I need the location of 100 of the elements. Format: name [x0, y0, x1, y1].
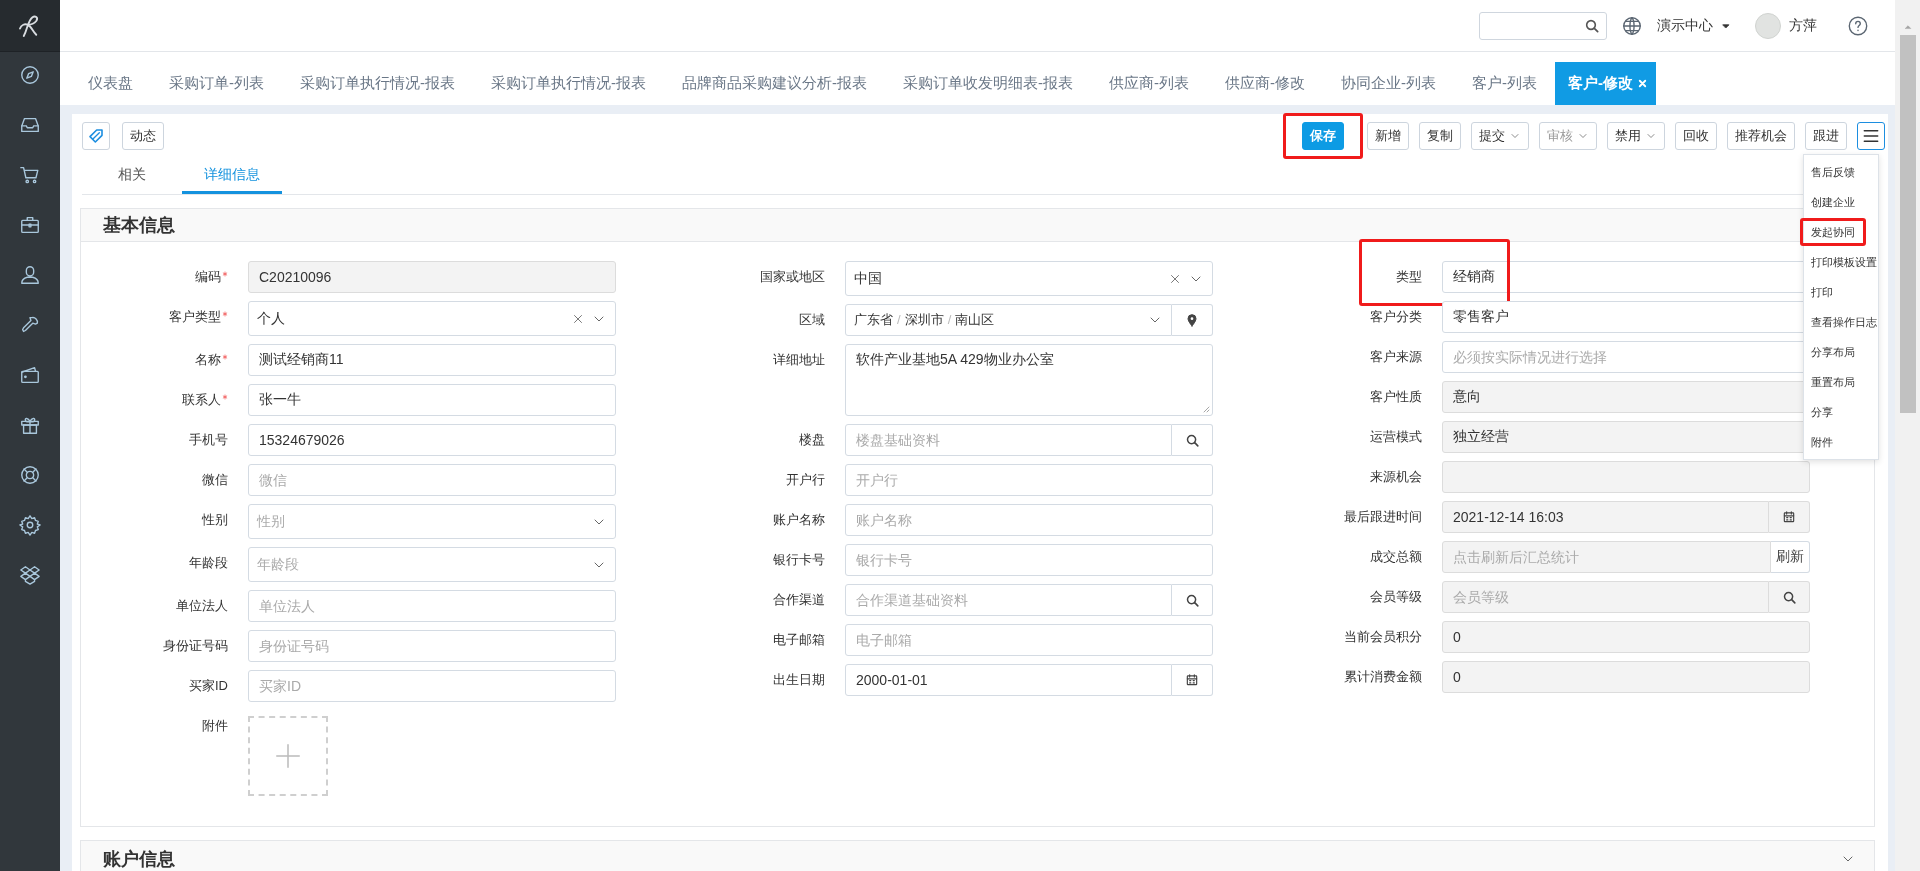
menu-item[interactable]: 发起协同 [1804, 217, 1878, 247]
tab[interactable]: 仪表盘 [70, 62, 151, 105]
help-icon[interactable] [1847, 14, 1869, 37]
field-label: 身份证号码 [163, 637, 228, 655]
tab[interactable]: 采购订单执行情况-报表 [473, 62, 664, 105]
field-label: 联系人 [182, 391, 221, 409]
field-label: 当前会员积分 [1344, 628, 1422, 646]
field-label: 客户类型 [169, 308, 221, 326]
search-icon [1781, 589, 1797, 605]
field-label: 运营模式 [1370, 428, 1422, 446]
input-field[interactable]: 账户名称 [845, 504, 1213, 536]
field-label: 最后跟进时间 [1344, 508, 1422, 526]
compass-icon[interactable] [19, 64, 41, 86]
search-button[interactable] [1172, 424, 1213, 456]
field-label: 手机号 [189, 431, 228, 449]
calendar-icon [1185, 673, 1199, 687]
field-label: 区域 [799, 311, 825, 329]
activity-button[interactable]: 动态 [122, 122, 164, 150]
input-field[interactable]: 单位法人 [248, 590, 616, 622]
field-label: 附件 [202, 717, 228, 735]
scrollbar-thumb[interactable] [1899, 35, 1916, 413]
toolbar-button[interactable]: 复制 [1419, 122, 1461, 150]
input-field[interactable]: 银行卡号 [845, 544, 1213, 576]
search-button[interactable] [1769, 581, 1810, 613]
plus-icon [273, 741, 303, 771]
package-icon[interactable] [19, 564, 41, 586]
search-button[interactable] [1172, 584, 1213, 616]
section-title: 基本信息 [103, 214, 175, 237]
field-label: 年龄段 [189, 554, 228, 572]
input-field[interactable]: 微信 [248, 464, 616, 496]
toolbar-button[interactable]: 禁用 [1607, 122, 1665, 150]
field-label: 国家或地区 [760, 268, 825, 286]
tab[interactable]: 品牌商品采购建议分析-报表 [664, 62, 885, 105]
tab[interactable]: 供应商-修改 [1207, 62, 1323, 105]
toolbar-button[interactable]: 新增 [1367, 122, 1409, 150]
textarea-field[interactable]: 软件产业基地5A 429物业办公室 [845, 344, 1213, 416]
select-field[interactable]: 个人 [248, 301, 616, 336]
menu-button[interactable] [1857, 122, 1885, 150]
tab[interactable]: 采购订单-列表 [151, 62, 282, 105]
tab[interactable]: 协同企业-列表 [1323, 62, 1454, 105]
org-menu[interactable]: 演示中心 [1657, 16, 1733, 35]
tag-button[interactable] [82, 122, 110, 150]
search-icon [1184, 592, 1200, 608]
field-label: 累计消费金额 [1344, 668, 1422, 686]
section-title: 账户信息 [103, 848, 175, 871]
field-label: 出生日期 [773, 671, 825, 689]
field-label: 楼盘 [799, 431, 825, 449]
field-label: 开户行 [786, 471, 825, 489]
tab[interactable]: 客户-列表 [1454, 62, 1555, 105]
field-label: 客户分类 [1370, 308, 1422, 326]
menu-item[interactable]: 售后反馈 [1804, 157, 1878, 187]
select-field[interactable]: 中国 [845, 261, 1213, 296]
search-field[interactable] [1479, 11, 1607, 40]
field-label: 单位法人 [176, 597, 228, 615]
menu-item[interactable]: 创建企业 [1804, 187, 1878, 217]
close-icon[interactable] [1637, 78, 1648, 89]
user-name[interactable]: 方萍 [1789, 16, 1817, 35]
field-label: 会员等级 [1370, 588, 1422, 606]
pin-icon [1184, 312, 1200, 328]
field-label: 账户名称 [773, 511, 825, 529]
briefcase-icon[interactable] [19, 214, 41, 236]
field-label: 买家ID [189, 677, 228, 695]
tab[interactable]: 采购订单执行情况-报表 [282, 62, 473, 105]
search-icon [1584, 17, 1600, 34]
input-field[interactable]: 测试经销商11 [248, 344, 616, 376]
input-field[interactable]: 楼盘基础资料 [845, 424, 1172, 456]
field-label: 类型 [1396, 268, 1422, 286]
field-label: 名称 [195, 351, 221, 369]
gear-icon[interactable] [19, 514, 41, 536]
toolbar-button[interactable]: 回收 [1675, 122, 1717, 150]
field-label: 来源机会 [1370, 468, 1422, 486]
toolbar-button[interactable]: 提交 [1471, 122, 1529, 150]
input-field[interactable]: 开户行 [845, 464, 1213, 496]
toolbar-button[interactable]: 推荐机会 [1727, 122, 1795, 150]
user-icon[interactable] [19, 264, 41, 286]
input-field[interactable]: 2000-01-01 [845, 664, 1172, 696]
region-field[interactable]: 广东省 / 深圳市 / 南山区 [845, 304, 1172, 336]
lifebuoy-icon[interactable] [19, 464, 41, 486]
calendar-button[interactable] [1172, 664, 1213, 696]
toolbar-button[interactable]: 跟进 [1805, 122, 1847, 150]
tag-icon [88, 128, 104, 144]
search-icon [1184, 432, 1200, 448]
tab[interactable]: 供应商-列表 [1091, 62, 1207, 105]
field-label: 电子邮箱 [773, 631, 825, 649]
tab[interactable]: 详细信息 [182, 158, 282, 194]
location-button[interactable] [1172, 304, 1213, 336]
tab[interactable]: 采购订单收发明细表-报表 [885, 62, 1091, 105]
input-field[interactable]: 张一牛 [248, 384, 616, 416]
input-field[interactable]: 买家ID [248, 670, 616, 702]
input-field[interactable]: 电子邮箱 [845, 624, 1213, 656]
calendar-button[interactable] [1769, 501, 1810, 533]
globe-icon[interactable] [1621, 14, 1643, 37]
tab[interactable]: 相关 [82, 158, 182, 194]
input-field[interactable]: 合作渠道基础资料 [845, 584, 1172, 616]
input-field[interactable]: 身份证号码 [248, 630, 616, 662]
cart-icon[interactable] [19, 164, 41, 186]
field-label: 微信 [202, 471, 228, 489]
wallet-icon[interactable] [19, 364, 41, 386]
calendar-icon [1782, 510, 1796, 524]
input-field[interactable]: 15324679026 [248, 424, 616, 456]
